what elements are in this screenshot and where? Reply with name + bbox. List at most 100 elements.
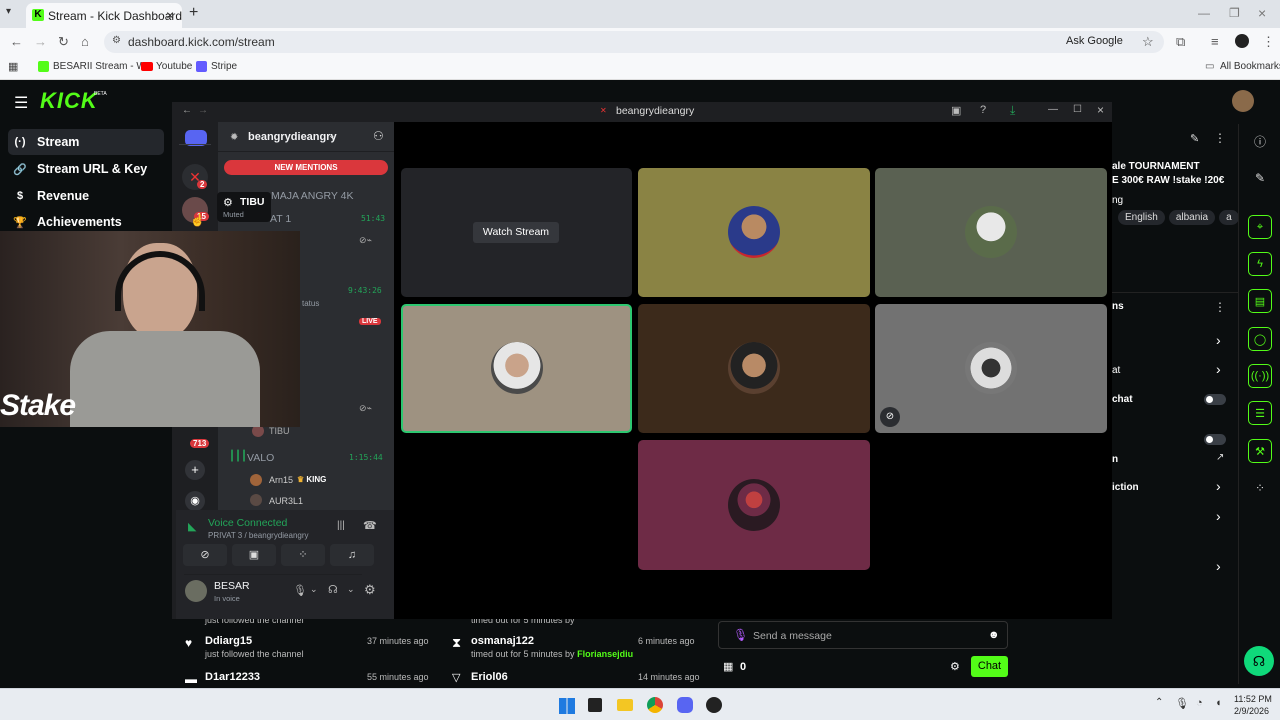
user-settings-gear-icon[interactable]: ⚙: [364, 582, 376, 598]
shop-icon[interactable]: ▦: [723, 660, 733, 673]
clock-date[interactable]: 2/9/2026: [1234, 706, 1269, 716]
forward-icon[interactable]: →: [198, 105, 208, 116]
maximize-window-icon[interactable]: ❐: [1229, 6, 1240, 20]
voice-channel[interactable]: MAJA ANGRY 4K: [271, 190, 353, 202]
lightning-icon[interactable]: ϟ: [1248, 252, 1272, 276]
nav-stream-url-key[interactable]: 🔗 Stream URL & Key: [8, 156, 164, 182]
nav-stream[interactable]: (·) Stream: [8, 129, 164, 155]
chevron-right-icon[interactable]: ›: [1216, 361, 1221, 377]
edit-icon[interactable]: ✎: [1190, 132, 1199, 145]
pencil-icon[interactable]: ✎: [1248, 166, 1272, 190]
camera-off-button[interactable]: ⊘: [183, 544, 227, 566]
invite-icon[interactable]: ⚇: [373, 129, 384, 143]
chevron-right-icon[interactable]: ›: [1216, 558, 1221, 574]
server-header[interactable]: ✹ beangrydieangry ⌄ ⚇: [218, 122, 394, 152]
layers-icon[interactable]: ☰: [1248, 401, 1272, 425]
taskview-icon[interactable]: [588, 698, 602, 712]
site-info-icon[interactable]: ⚙: [112, 35, 121, 46]
chrome-icon[interactable]: [647, 697, 663, 713]
clock-time[interactable]: 11:52 PM: [1234, 694, 1272, 704]
setting-toggle[interactable]: [1204, 394, 1226, 405]
ask-google-button[interactable]: Ask Google: [1066, 35, 1123, 47]
all-bookmarks[interactable]: All Bookmarks: [1220, 61, 1280, 72]
participant-tile[interactable]: [638, 304, 870, 433]
close-icon[interactable]: ×: [1097, 103, 1104, 117]
minimize-window-icon[interactable]: —: [1198, 6, 1210, 20]
target-icon[interactable]: ⌖: [1248, 215, 1272, 239]
close-window-icon[interactable]: ×: [1258, 5, 1266, 21]
profile-avatar[interactable]: [1235, 34, 1249, 48]
mic-tray-icon[interactable]: 🎙: [1175, 697, 1189, 710]
discord-taskbar-icon[interactable]: [677, 697, 693, 713]
new-tab-icon[interactable]: +: [189, 4, 198, 22]
chevron-right-icon[interactable]: ›: [1216, 508, 1221, 524]
voice-user-name[interactable]: TIBU: [269, 426, 290, 436]
extensions-icon[interactable]: ⧉: [1176, 34, 1185, 50]
user-avatar[interactable]: [185, 580, 207, 602]
voice-user-name[interactable]: AUR3L1: [269, 496, 303, 506]
chevron-down-icon[interactable]: ⌄: [310, 584, 318, 595]
chat-input[interactable]: 🎙 Send a message ☻: [718, 621, 1008, 649]
watch-stream-button[interactable]: Watch Stream: [473, 222, 559, 243]
bookmark-star-icon[interactable]: ☆: [1142, 34, 1154, 50]
help-icon[interactable]: ?: [980, 104, 986, 116]
explore-icon[interactable]: ◉: [185, 491, 205, 511]
headphones-icon[interactable]: ☊: [328, 583, 338, 596]
external-link-icon[interactable]: ↗: [1216, 452, 1224, 463]
chevron-right-icon[interactable]: ›: [1216, 478, 1221, 494]
hamburger-menu-icon[interactable]: ☰: [14, 93, 28, 113]
setting-toggle[interactable]: [1204, 434, 1226, 445]
support-icon[interactable]: ☊: [1244, 646, 1274, 676]
soundboard-button[interactable]: ♫: [330, 544, 374, 566]
participant-tile[interactable]: ⊘: [875, 304, 1107, 433]
bookmark-item[interactable]: Youtube: [156, 61, 192, 72]
screen-share-button[interactable]: ▣: [232, 544, 276, 566]
wifi-icon[interactable]: ◔: [1196, 697, 1203, 709]
voice-channel[interactable]: VALO: [247, 452, 274, 464]
kick-logo[interactable]: KICK: [40, 88, 98, 114]
minimize-icon[interactable]: —: [1048, 104, 1058, 115]
broadcast-icon[interactable]: ((·)): [1248, 364, 1272, 388]
maximize-icon[interactable]: ☐: [1073, 104, 1082, 115]
back-icon[interactable]: ←: [182, 105, 192, 116]
disconnect-icon[interactable]: ☎: [363, 519, 377, 532]
volume-icon[interactable]: ◖: [1215, 697, 1222, 709]
participant-tile[interactable]: [875, 168, 1107, 297]
obs-icon[interactable]: [706, 697, 722, 713]
close-tab-icon[interactable]: ×: [166, 7, 174, 23]
url-bar[interactable]: ⚙ dashboard.kick.com/stream Ask Google ☆: [104, 31, 1164, 53]
noise-suppression-icon[interactable]: |||: [337, 520, 345, 531]
new-mentions-bar[interactable]: NEW MENTIONS: [224, 160, 388, 175]
back-icon[interactable]: ←: [10, 34, 23, 49]
stream-tile[interactable]: Watch Stream: [401, 168, 632, 297]
chat-bubble-icon[interactable]: ◯: [1248, 327, 1272, 351]
more-options-icon[interactable]: ⋮: [1214, 131, 1226, 145]
settings-gear-icon[interactable]: ⚙: [950, 660, 960, 673]
voice-channel[interactable]: AT 1: [270, 213, 291, 225]
more-menu-icon[interactable]: ⋮: [1262, 34, 1275, 50]
user-avatar[interactable]: [1232, 90, 1254, 112]
nav-revenue[interactable]: $ Revenue: [8, 183, 164, 209]
voice-user-name[interactable]: Arn15: [269, 475, 293, 485]
mic-icon[interactable]: 🎙: [733, 628, 748, 642]
bookmark-item[interactable]: Stripe: [211, 61, 237, 72]
forward-icon[interactable]: →: [34, 34, 47, 49]
reload-icon[interactable]: ↻: [58, 34, 69, 50]
activities-button[interactable]: ⁘: [281, 544, 325, 566]
tab-menu-icon[interactable]: ▾: [6, 6, 11, 17]
browser-tab[interactable]: K Stream - Kick Dashboard ×: [26, 3, 182, 28]
inbox-icon[interactable]: ▣: [951, 104, 961, 117]
mic-icon[interactable]: 🎙: [293, 584, 307, 597]
chat-send-button[interactable]: Chat: [971, 656, 1008, 677]
apps-icon[interactable]: ▦: [8, 60, 18, 73]
chevron-right-icon[interactable]: ›: [1216, 332, 1221, 348]
home-icon[interactable]: ⌂: [81, 34, 89, 49]
chevron-down-icon[interactable]: ⌄: [347, 584, 355, 595]
more-options-icon[interactable]: ⋮: [1214, 300, 1226, 314]
file-explorer-icon[interactable]: [617, 699, 633, 711]
wrench-icon[interactable]: ⚒: [1248, 439, 1272, 463]
info-icon[interactable]: ⓘ: [1248, 129, 1272, 153]
reading-list-icon[interactable]: ≡: [1211, 34, 1219, 49]
document-icon[interactable]: ▤: [1248, 289, 1272, 313]
emoji-icon[interactable]: ☻: [988, 629, 1000, 641]
